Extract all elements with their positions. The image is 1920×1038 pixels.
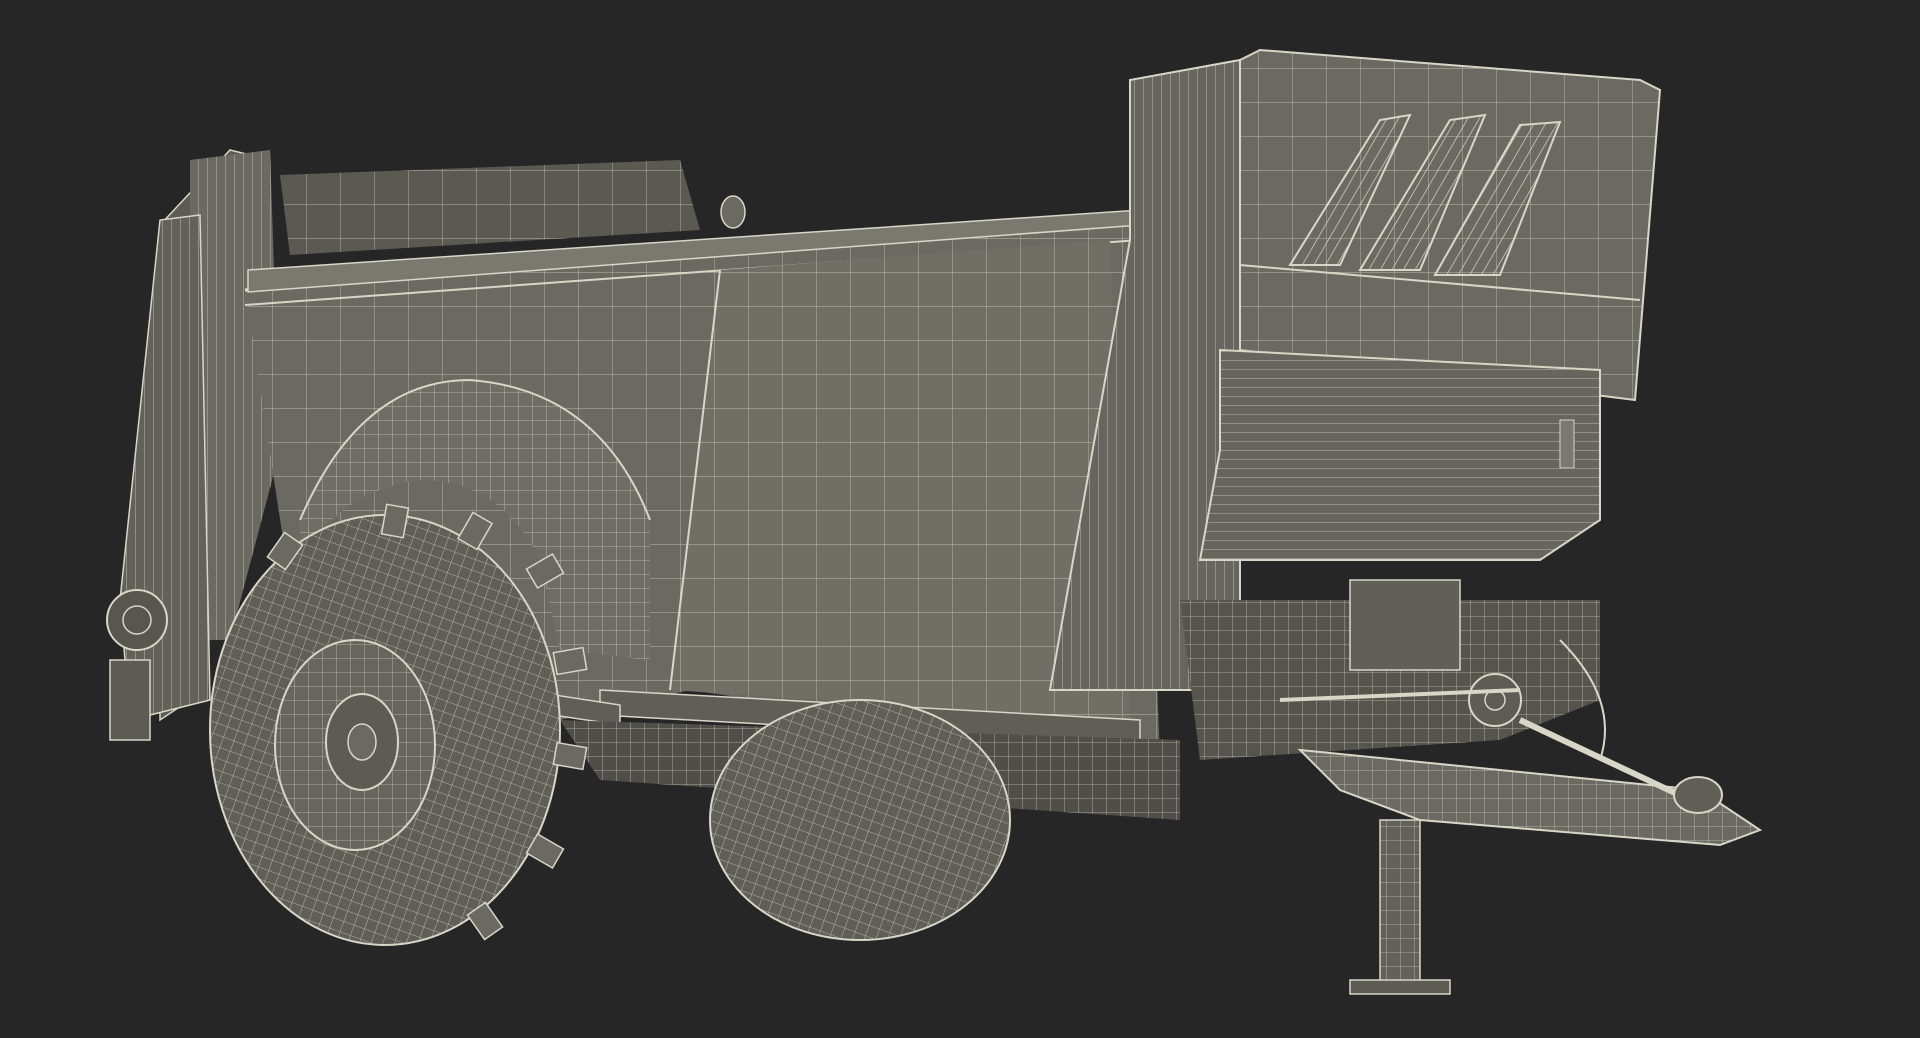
spreader-head xyxy=(1239,48,1662,402)
jack-stand xyxy=(1349,819,1451,995)
wheel-front xyxy=(209,503,588,946)
wireframe-render xyxy=(106,48,1763,995)
beater-drum xyxy=(1198,348,1601,561)
render-viewport xyxy=(0,0,1920,1038)
wheel-back xyxy=(709,699,1011,941)
